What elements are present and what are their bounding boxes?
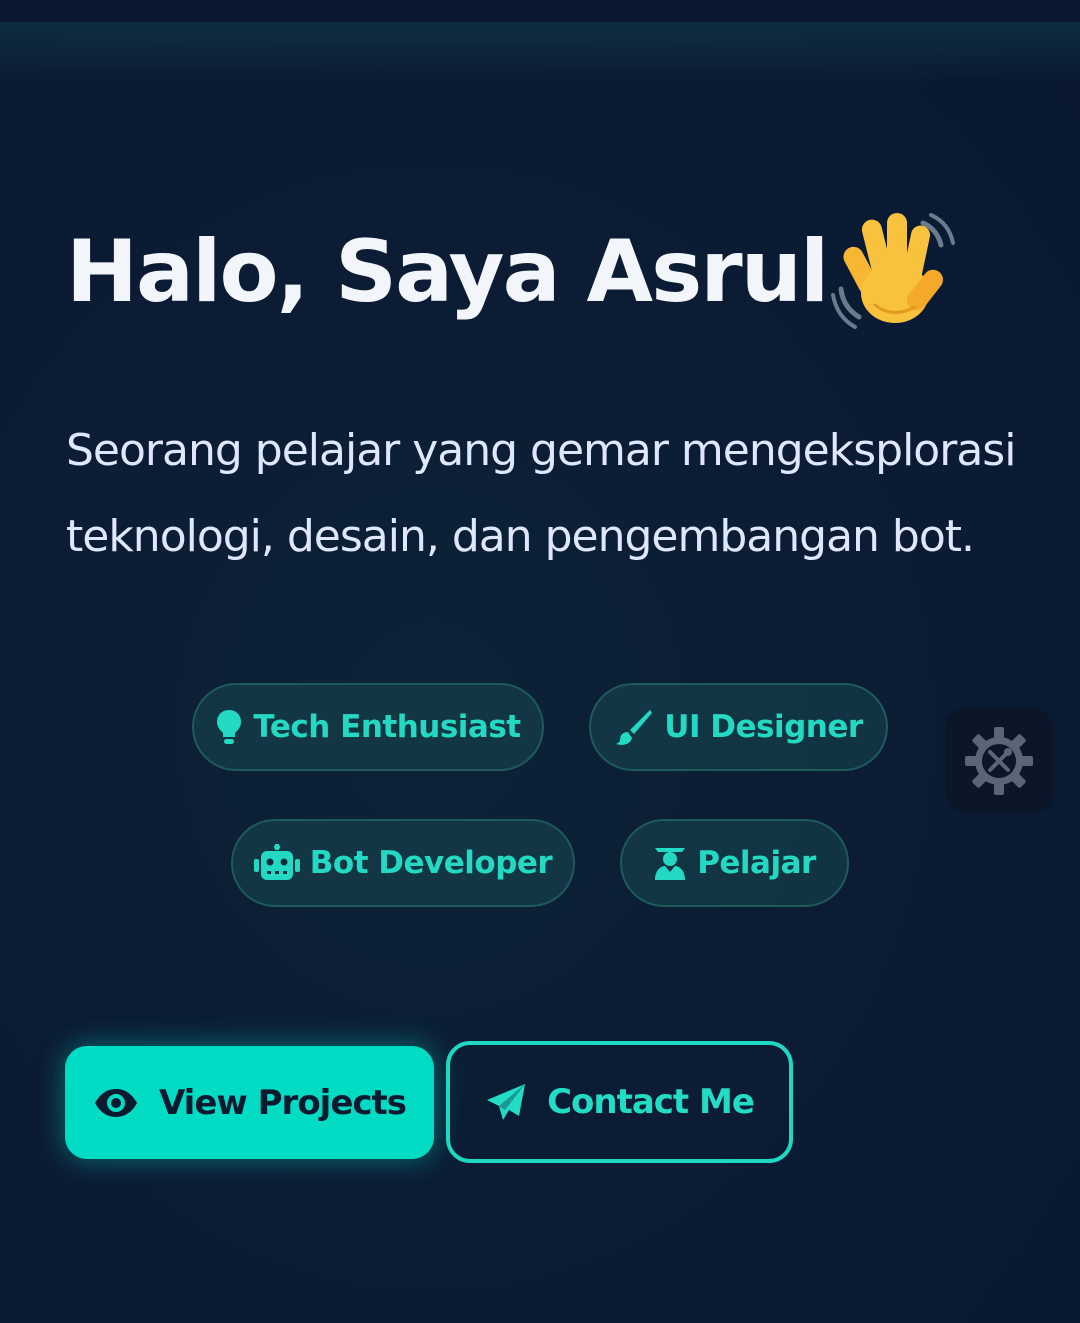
role-badge-bot-developer: Bot Developer	[231, 819, 575, 907]
view-projects-label: View Projects	[158, 1082, 407, 1123]
role-badge-tech-enthusiast: Tech Enthusiast	[192, 683, 544, 771]
eye-icon	[94, 1088, 137, 1117]
gear-tools-icon	[965, 726, 1033, 795]
hero-subtitle: Seorang pelajar yang gemar mengeksploras…	[66, 408, 1026, 580]
role-badge-label: Tech Enthusiast	[253, 709, 521, 745]
header-glow	[0, 22, 1080, 82]
graduate-icon	[655, 848, 686, 880]
hero-title-text: Halo, Saya Asrul	[66, 222, 829, 322]
role-badge-label: Bot Developer	[309, 845, 553, 881]
paper-plane-icon	[487, 1084, 526, 1120]
view-projects-button[interactable]: View Projects	[65, 1046, 434, 1159]
role-badge-label: UI Designer	[664, 709, 863, 745]
lightbulb-icon	[217, 710, 242, 744]
robot-icon	[253, 844, 300, 880]
waving-hand-icon	[831, 205, 961, 335]
hero-subtitle-line2: teknologi, desain, dan pengembangan bot.	[66, 511, 975, 562]
role-badge-label: Pelajar	[697, 845, 816, 881]
contact-me-button[interactable]: Contact Me	[446, 1041, 793, 1163]
top-bar	[0, 0, 1080, 22]
paintbrush-icon	[616, 710, 653, 745]
contact-me-label: Contact Me	[547, 1082, 755, 1122]
settings-button[interactable]	[945, 707, 1053, 814]
hero-title: Halo, Saya Asrul	[66, 212, 1026, 343]
hero-subtitle-line1: Seorang pelajar yang gemar mengeksploras…	[66, 425, 1016, 476]
role-badge-ui-designer: UI Designer	[589, 683, 888, 771]
role-badge-pelajar: Pelajar	[620, 819, 849, 907]
